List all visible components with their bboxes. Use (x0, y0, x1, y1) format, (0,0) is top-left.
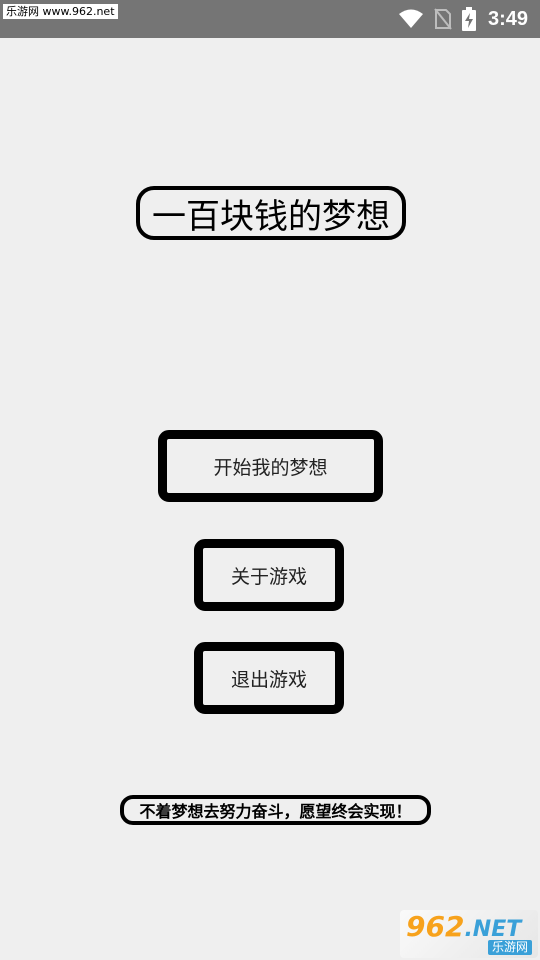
logo-suffix: .NET (464, 917, 522, 942)
battery-charging-icon (461, 7, 476, 31)
status-clock: 3:49 (487, 7, 528, 30)
game-title: 一百块钱的梦想 (136, 186, 406, 240)
no-sim-icon (434, 8, 452, 30)
status-bar: 乐游网 www.962.net 3:49 (0, 0, 540, 38)
start-dream-button[interactable]: 开始我的梦想 (158, 430, 383, 502)
site-watermark: 乐游网 www.962.net (3, 4, 118, 19)
site-logo-watermark: 962.NET 乐游网 (400, 910, 538, 958)
status-icons: 3:49 (398, 0, 528, 38)
quit-game-button[interactable]: 退出游戏 (194, 642, 344, 714)
wifi-icon (398, 9, 424, 29)
logo-subtitle: 乐游网 (487, 940, 532, 955)
logo-number: 962 (406, 910, 465, 943)
slogan-text: 不着梦想去努力奋斗，愿望终会实现！ (120, 795, 431, 825)
about-game-button[interactable]: 关于游戏 (194, 539, 344, 611)
